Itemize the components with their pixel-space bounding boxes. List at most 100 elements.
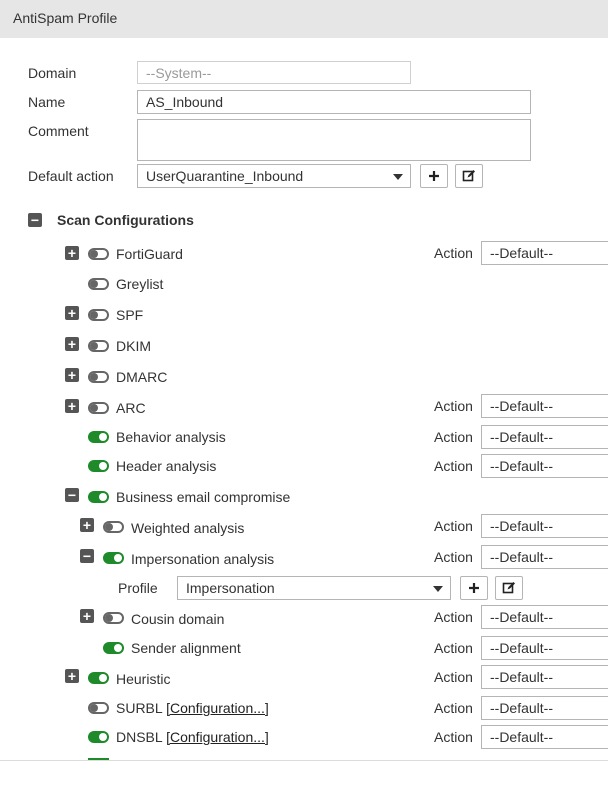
header-analysis-action-value: --Default-- xyxy=(490,458,554,474)
cousin-domain-action-value: --Default-- xyxy=(490,609,554,625)
expand-arc-icon[interactable]: + xyxy=(65,399,79,413)
dnsbl-action-select[interactable]: --Default-- xyxy=(481,725,608,749)
default-action-select[interactable]: UserQuarantine_Inbound xyxy=(137,164,411,188)
dnsbl-label: DNSBL xyxy=(116,729,163,745)
heuristic-action-select[interactable]: --Default-- xyxy=(481,665,608,689)
header-analysis-label: Header analysis xyxy=(116,458,217,474)
sender-alignment-action-select[interactable]: --Default-- xyxy=(481,636,608,660)
weighted-analysis-action-select[interactable]: --Default-- xyxy=(481,514,608,538)
dnsbl-action-value: --Default-- xyxy=(490,729,554,745)
heuristic-action-value: --Default-- xyxy=(490,669,554,685)
cousin-domain-action-select[interactable]: --Default-- xyxy=(481,605,608,629)
add-profile-button[interactable] xyxy=(460,576,488,600)
heuristic-label: Heuristic xyxy=(116,671,171,687)
greylist-label: Greylist xyxy=(116,276,164,292)
spf-label: SPF xyxy=(116,307,144,323)
dmarc-toggle[interactable] xyxy=(88,371,109,383)
behavior-analysis-toggle[interactable] xyxy=(88,431,109,443)
bec-toggle[interactable] xyxy=(88,491,109,503)
impersonation-analysis-action-value: --Default-- xyxy=(490,549,554,565)
header-analysis-toggle[interactable] xyxy=(88,460,109,472)
plus-icon xyxy=(429,171,439,181)
heuristic-action-label: Action xyxy=(434,669,473,685)
behavior-analysis-label: Behavior analysis xyxy=(116,429,226,445)
edit-icon xyxy=(462,170,475,182)
edit-icon xyxy=(502,582,515,594)
greylist-toggle[interactable] xyxy=(88,278,109,290)
surbl-action-select[interactable]: --Default-- xyxy=(481,696,608,720)
surbl-configuration-link[interactable]: [Configuration...] xyxy=(166,700,269,716)
dnsbl-action-label: Action xyxy=(434,729,473,745)
expand-heuristic-icon[interactable]: + xyxy=(65,669,79,683)
dnsbl-configuration-link[interactable]: [Configuration...] xyxy=(166,729,269,745)
sender-alignment-action-label: Action xyxy=(434,640,473,656)
expand-dmarc-icon[interactable]: + xyxy=(65,368,79,382)
spf-toggle[interactable] xyxy=(88,309,109,321)
edit-profile-button[interactable] xyxy=(495,576,523,600)
expand-spf-icon[interactable]: + xyxy=(65,306,79,320)
arc-action-label: Action xyxy=(434,398,473,414)
dnsbl-toggle[interactable] xyxy=(88,731,109,743)
dkim-toggle[interactable] xyxy=(88,340,109,352)
behavior-analysis-action-select[interactable]: --Default-- xyxy=(481,425,608,449)
chevron-down-icon xyxy=(393,174,403,180)
domain-field: --System-- xyxy=(137,61,411,84)
add-action-button[interactable] xyxy=(420,164,448,188)
surbl-action-label: Action xyxy=(434,700,473,716)
expand-dkim-icon[interactable]: + xyxy=(65,337,79,351)
profile-select[interactable]: Impersonation xyxy=(177,576,451,600)
dialog-title: AntiSpam Profile xyxy=(0,0,608,38)
fortiguard-action-select[interactable]: --Default-- xyxy=(481,241,608,265)
behavior-analysis-action-label: Action xyxy=(434,429,473,445)
profile-label: Profile xyxy=(118,580,158,596)
header-analysis-action-label: Action xyxy=(434,458,473,474)
cousin-domain-action-label: Action xyxy=(434,609,473,625)
header-analysis-action-select[interactable]: --Default-- xyxy=(481,454,608,478)
default-action-label: Default action xyxy=(28,168,114,184)
heuristic-toggle[interactable] xyxy=(88,672,109,684)
cousin-domain-label: Cousin domain xyxy=(131,611,225,627)
profile-value: Impersonation xyxy=(186,580,275,596)
comment-label: Comment xyxy=(28,123,89,139)
fortiguard-label: FortiGuard xyxy=(116,246,183,262)
fortiguard-toggle[interactable] xyxy=(88,248,109,260)
weighted-analysis-label: Weighted analysis xyxy=(131,520,245,536)
impersonation-analysis-action-select[interactable]: --Default-- xyxy=(481,545,608,569)
collapse-bec-icon[interactable]: − xyxy=(65,488,79,502)
dmarc-label: DMARC xyxy=(116,369,168,385)
impersonation-analysis-toggle[interactable] xyxy=(103,552,124,564)
dkim-label: DKIM xyxy=(116,338,151,354)
expand-fortiguard-icon[interactable]: + xyxy=(65,246,79,260)
collapse-scan-configurations-icon[interactable]: − xyxy=(28,213,42,227)
plus-icon xyxy=(469,583,479,593)
arc-toggle[interactable] xyxy=(88,402,109,414)
name-label: Name xyxy=(28,94,66,110)
edit-action-button[interactable] xyxy=(455,164,483,188)
surbl-row-label: SURBL [Configuration...] xyxy=(116,700,269,716)
name-field[interactable]: AS_Inbound xyxy=(137,90,531,114)
domain-label: Domain xyxy=(28,65,77,81)
sender-alignment-label: Sender alignment xyxy=(131,640,241,656)
fortiguard-action-label: Action xyxy=(434,245,473,261)
expand-cousin-domain-icon[interactable]: + xyxy=(80,609,94,623)
sender-alignment-action-value: --Default-- xyxy=(490,640,554,656)
surbl-action-value: --Default-- xyxy=(490,700,554,716)
chevron-down-icon xyxy=(433,586,443,592)
arc-action-select[interactable]: --Default-- xyxy=(481,394,608,418)
sender-alignment-toggle[interactable] xyxy=(103,642,124,654)
footer-area xyxy=(0,761,608,786)
arc-action-value: --Default-- xyxy=(490,398,554,414)
expand-weighted-analysis-icon[interactable]: + xyxy=(80,518,94,532)
impersonation-analysis-label: Impersonation analysis xyxy=(131,551,275,567)
comment-textarea[interactable] xyxy=(137,119,531,161)
weighted-analysis-toggle[interactable] xyxy=(103,521,124,533)
cousin-domain-toggle[interactable] xyxy=(103,612,124,624)
behavior-analysis-action-value: --Default-- xyxy=(490,429,554,445)
collapse-impersonation-icon[interactable]: − xyxy=(80,549,94,563)
surbl-toggle[interactable] xyxy=(88,702,109,714)
dnsbl-row-label: DNSBL [Configuration...] xyxy=(116,729,269,745)
weighted-analysis-action-label: Action xyxy=(434,518,473,534)
default-action-value: UserQuarantine_Inbound xyxy=(146,168,304,184)
arc-label: ARC xyxy=(116,400,146,416)
bec-label: Business email compromise xyxy=(116,489,291,505)
